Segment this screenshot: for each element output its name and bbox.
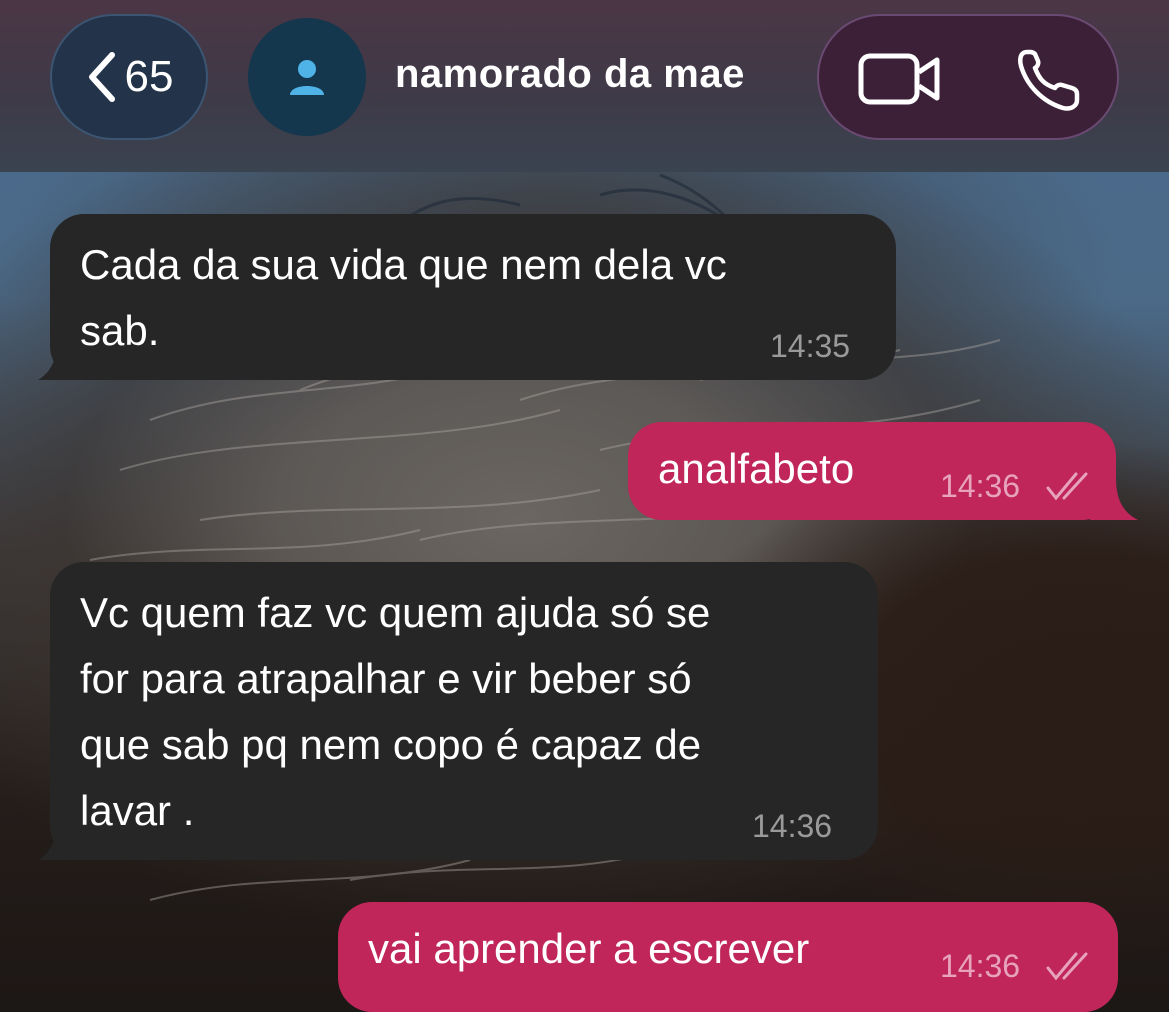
phone-icon[interactable] — [1015, 48, 1083, 112]
message-time: 14:35 — [770, 328, 851, 364]
message-bubble-incoming[interactable]: Vc quem faz vc quem ajuda só se for para… — [50, 562, 878, 860]
message-time: 14:36 — [752, 808, 833, 844]
contact-avatar[interactable] — [248, 18, 366, 136]
message-text: vai aprender a escrever — [368, 925, 810, 972]
unread-count: 65 — [124, 52, 174, 101]
video-camera-icon[interactable] — [857, 52, 943, 106]
message-bubble-incoming[interactable]: Cada da sua vida que nem dela vc sab. 14… — [50, 214, 896, 380]
contact-name[interactable]: namorado da mae — [395, 52, 745, 97]
message-text: Cada da sua vida que nem dela vc sab. — [80, 241, 727, 354]
call-actions — [817, 14, 1119, 140]
read-checkmarks-icon — [1046, 952, 1088, 981]
message-text: analfabeto — [658, 445, 855, 492]
person-icon — [290, 60, 324, 95]
chevron-left-icon — [88, 52, 115, 102]
read-checkmarks-icon — [1046, 472, 1088, 501]
message-bubble-outgoing[interactable]: analfabeto 14:36 — [628, 422, 1116, 520]
message-time: 14:36 — [940, 468, 1021, 504]
message-text: Vc quem faz vc quem ajuda só se for para… — [80, 589, 711, 834]
message-time: 14:36 — [940, 948, 1021, 984]
chat-header: 65 namorado da mae — [0, 0, 1169, 172]
back-button[interactable]: 65 — [50, 14, 208, 140]
message-bubble-outgoing[interactable]: vai aprender a escrever 14:36 — [338, 902, 1118, 1012]
